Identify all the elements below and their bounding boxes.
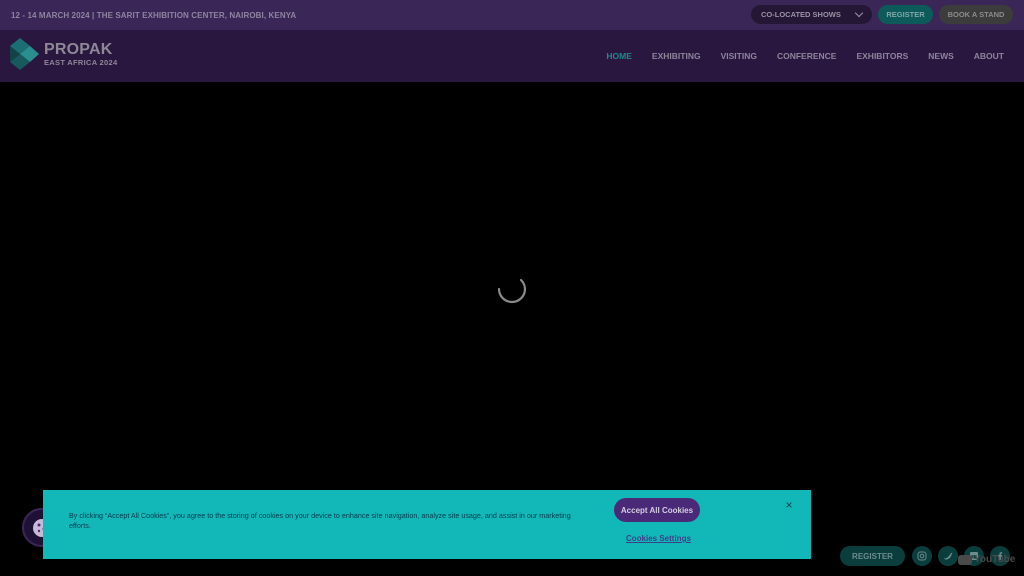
nav-exhibiting[interactable]: EXHIBITING [652,51,701,61]
nav-about[interactable]: ABOUT [974,51,1004,61]
book-stand-button[interactable]: BOOK A STAND [939,5,1013,24]
instagram-icon[interactable] [912,546,932,566]
nav-conference[interactable]: CONFERENCE [777,51,837,61]
site-logo[interactable]: PROPAK EAST AFRICA 2024 [10,37,117,71]
youtube-logo: YouTube [958,554,1015,565]
twitter-icon[interactable] [938,546,958,566]
accept-all-cookies-button[interactable]: Accept All Cookies [614,498,700,522]
top-bar: 12 - 14 MARCH 2024 | THE SARIT EXHIBITIO… [0,0,1024,30]
top-register-button[interactable]: REGISTER [878,5,933,24]
event-info: 12 - 14 MARCH 2024 | THE SARIT EXHIBITIO… [11,10,297,20]
colocated-shows-label: CO-LOCATED SHOWS [761,10,841,19]
close-icon[interactable]: × [783,498,795,512]
logo-text: PROPAK EAST AFRICA 2024 [44,40,118,67]
page: 12 - 14 MARCH 2024 | THE SARIT EXHIBITIO… [0,0,1024,576]
logo-title: PROPAK [44,40,113,58]
chevron-down-icon [854,8,864,18]
nav-exhibitors[interactable]: EXHIBITORS [856,51,908,61]
cookie-banner: By clicking “Accept All Cookies”, you ag… [43,490,811,559]
nav-menu: HOME EXHIBITING VISITING CONFERENCE EXHI… [586,30,1004,82]
nav-home[interactable]: HOME [606,51,632,61]
nav-visiting[interactable]: VISITING [721,51,757,61]
youtube-icon [958,554,972,565]
cookies-settings-link[interactable]: Cookies Settings [626,534,691,543]
propak-logo-icon [10,37,40,71]
youtube-label: YouTube [974,554,1016,565]
main-navbar: PROPAK EAST AFRICA 2024 HOME EXHIBITING … [0,30,1024,82]
footer-register-button[interactable]: REGISTER [840,546,905,566]
logo-subtitle: EAST AFRICA 2024 [44,57,118,67]
top-actions: CO-LOCATED SHOWS REGISTER BOOK A STAND [751,5,1013,24]
colocated-shows-dropdown[interactable]: CO-LOCATED SHOWS [751,5,872,24]
cookie-banner-text: By clicking “Accept All Cookies”, you ag… [69,511,571,530]
nav-news[interactable]: NEWS [928,51,954,61]
loading-spinner-icon [495,272,529,306]
